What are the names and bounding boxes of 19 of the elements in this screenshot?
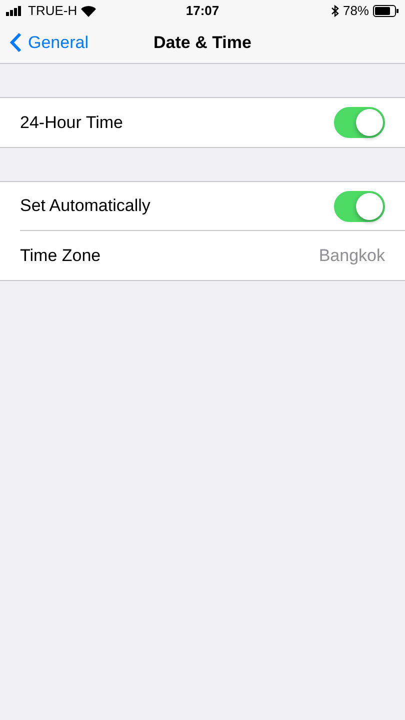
row-label: 24-Hour Time [20, 112, 124, 134]
toggle-switch[interactable] [334, 190, 385, 222]
bluetooth-icon [330, 5, 339, 17]
settings-row[interactable]: Time Zone Bangkok [0, 231, 405, 280]
battery-icon [373, 5, 399, 17]
chevron-left-icon [10, 32, 22, 54]
row-value: Bangkok [318, 244, 385, 267]
row-label: Time Zone [20, 244, 102, 267]
clock-time: 17:07 [186, 2, 220, 20]
carrier-name: TRUE-H [28, 2, 78, 20]
settings-row[interactable]: Set Automatically [0, 182, 405, 231]
wifi-icon [81, 6, 96, 16]
battery-percent: 78% [342, 2, 369, 20]
signal-icon [6, 6, 24, 16]
settings-row[interactable]: 24-Hour Time [0, 98, 405, 147]
row-label: Set Automatically [20, 195, 152, 218]
screen-title: Date & Time [154, 32, 252, 54]
back-button[interactable]: General [10, 30, 88, 56]
toggle-switch[interactable] [334, 107, 385, 138]
